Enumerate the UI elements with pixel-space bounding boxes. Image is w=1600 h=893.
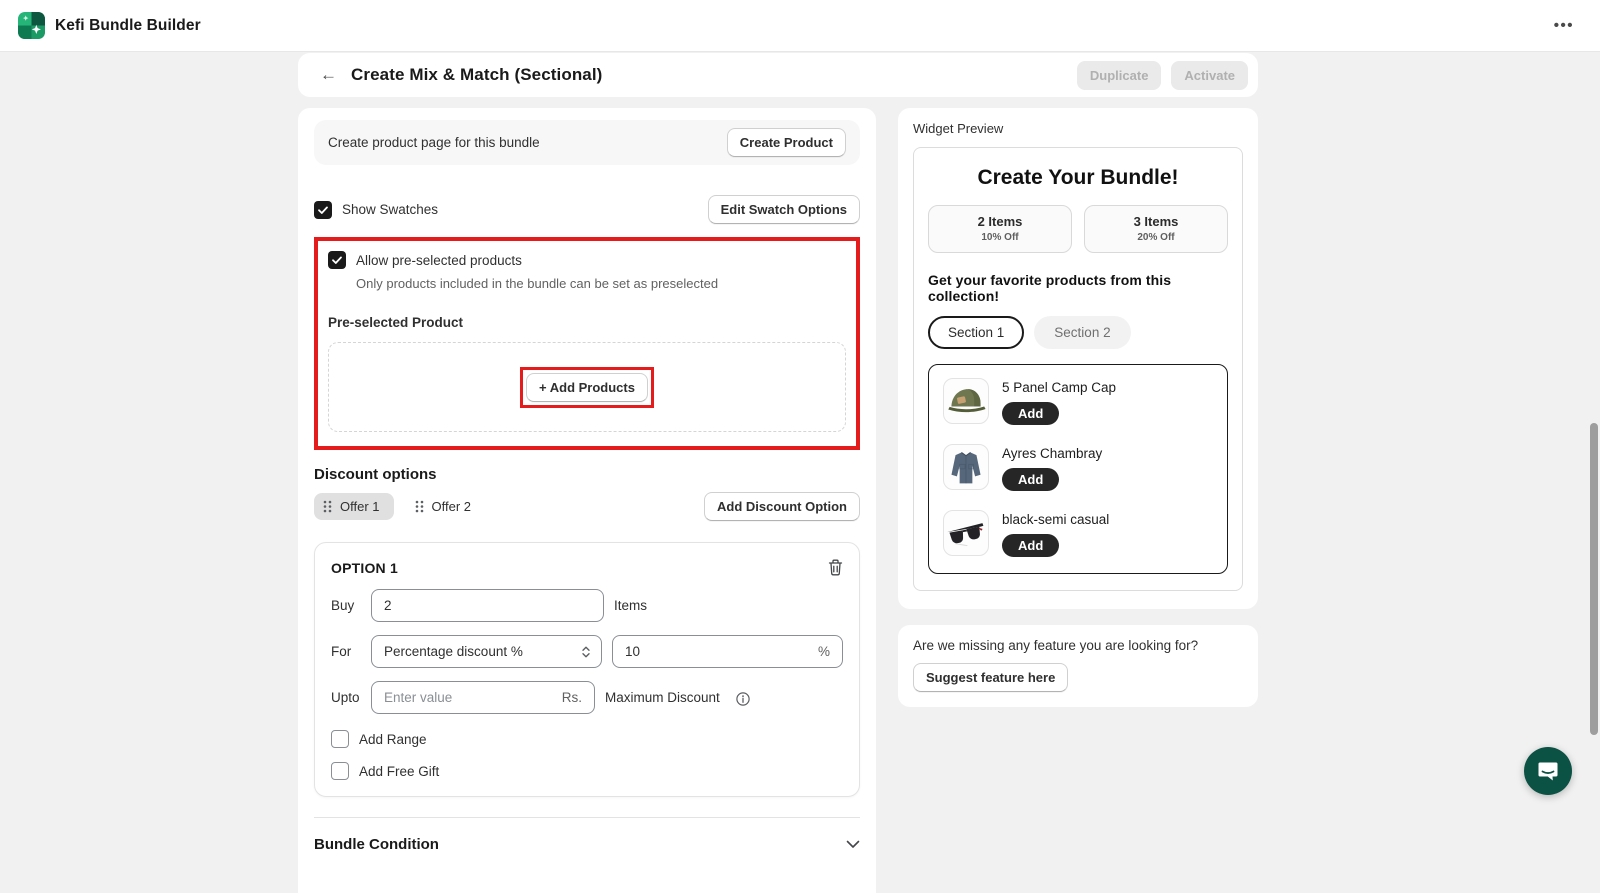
product-name: Ayres Chambray bbox=[1002, 444, 1102, 461]
chevron-down-icon bbox=[846, 840, 860, 849]
add-product-button[interactable]: Add bbox=[1002, 402, 1059, 425]
discount-value-field[interactable]: % bbox=[612, 635, 843, 668]
preselected-annotation-box: Allow pre-selected products Only product… bbox=[314, 237, 860, 450]
items-suffix-label: Items bbox=[614, 598, 647, 613]
tier-items-label: 2 Items bbox=[933, 214, 1067, 229]
product-name: black-semi casual bbox=[1002, 510, 1109, 527]
product-row-camp-cap: 5 Panel Camp Cap Add bbox=[943, 378, 1213, 425]
app-topbar: Kefi Bundle Builder ••• bbox=[0, 0, 1600, 52]
page-scrollbar[interactable] bbox=[1590, 423, 1598, 735]
allow-preselected-label: Allow pre-selected products bbox=[356, 253, 522, 268]
product-image-cap bbox=[943, 378, 989, 424]
add-range-checkbox[interactable] bbox=[331, 730, 349, 748]
discount-type-value: Percentage discount % bbox=[384, 644, 523, 659]
tab-offer-2[interactable]: Offer 2 bbox=[406, 493, 486, 520]
offer-1-label: Offer 1 bbox=[340, 499, 380, 514]
chat-bubble-icon bbox=[1536, 759, 1560, 783]
buy-label: Buy bbox=[331, 598, 361, 613]
chat-launcher-button[interactable] bbox=[1524, 747, 1572, 795]
option-1-title: OPTION 1 bbox=[331, 560, 398, 576]
preselected-product-label: Pre-selected Product bbox=[328, 315, 846, 330]
section-2-pill[interactable]: Section 2 bbox=[1034, 316, 1130, 349]
upto-label: Upto bbox=[331, 690, 361, 705]
add-product-button[interactable]: Add bbox=[1002, 534, 1059, 557]
bundle-settings-panel: Create product page for this bundle Crea… bbox=[298, 108, 876, 893]
option-1-card: OPTION 1 Buy Items bbox=[314, 542, 860, 797]
add-product-button[interactable]: Add bbox=[1002, 468, 1059, 491]
create-product-button[interactable]: Create Product bbox=[727, 128, 846, 157]
percent-suffix: % bbox=[818, 644, 830, 659]
drag-handle-icon bbox=[323, 500, 332, 513]
tab-offer-1[interactable]: Offer 1 bbox=[314, 493, 394, 520]
add-free-gift-label: Add Free Gift bbox=[359, 764, 439, 779]
back-arrow-icon[interactable]: ← bbox=[314, 63, 343, 87]
page-header: ← Create Mix & Match (Sectional) Duplica… bbox=[298, 53, 1258, 97]
bundle-condition-toggle[interactable]: Bundle Condition bbox=[314, 836, 860, 853]
widget-preview-frame: Create Your Bundle! 2 Items 10% Off 3 It… bbox=[913, 147, 1243, 591]
delete-option-icon[interactable] bbox=[828, 559, 843, 576]
show-swatches-checkbox[interactable] bbox=[314, 201, 332, 219]
feature-request-card: Are we missing any feature you are looki… bbox=[898, 625, 1258, 707]
buy-quantity-field[interactable] bbox=[371, 589, 604, 622]
product-name: 5 Panel Camp Cap bbox=[1002, 378, 1116, 395]
info-icon[interactable] bbox=[736, 692, 750, 706]
preselected-helper-text: Only products included in the bundle can… bbox=[356, 276, 846, 291]
offer-tabs-row: Offer 1 Offer 2 Add Discount Option bbox=[314, 492, 860, 521]
tier-buttons-row: 2 Items 10% Off 3 Items 20% Off bbox=[928, 205, 1228, 253]
feature-question: Are we missing any feature you are looki… bbox=[913, 638, 1243, 653]
buy-quantity-input[interactable] bbox=[384, 598, 591, 613]
tier-off-label: 10% Off bbox=[933, 232, 1067, 243]
add-products-button[interactable]: + Add Products bbox=[526, 373, 648, 402]
allow-preselected-checkbox[interactable] bbox=[328, 251, 346, 269]
widget-preview-card: Widget Preview Create Your Bundle! 2 Ite… bbox=[898, 108, 1258, 609]
tier-items-label: 3 Items bbox=[1089, 214, 1223, 229]
discount-value-input[interactable] bbox=[625, 644, 818, 659]
check-icon bbox=[317, 204, 329, 216]
create-product-card: Create product page for this bundle Crea… bbox=[314, 120, 860, 165]
widget-title: Create Your Bundle! bbox=[928, 166, 1228, 190]
preselected-product-dropzone: + Add Products bbox=[328, 342, 846, 432]
product-list-card: 5 Panel Camp Cap Add bbox=[928, 364, 1228, 574]
page-title: Create Mix & Match (Sectional) bbox=[351, 65, 602, 85]
tier-3-items-button[interactable]: 3 Items 20% Off bbox=[1084, 205, 1228, 253]
discount-options-heading: Discount options bbox=[314, 466, 860, 483]
rs-suffix: Rs. bbox=[562, 690, 582, 705]
tier-off-label: 20% Off bbox=[1089, 232, 1223, 243]
product-image-sunglasses bbox=[943, 510, 989, 556]
for-label: For bbox=[331, 644, 361, 659]
bundle-condition-heading: Bundle Condition bbox=[314, 836, 439, 853]
create-product-text: Create product page for this bundle bbox=[328, 135, 540, 150]
max-discount-input[interactable] bbox=[384, 690, 562, 705]
tier-2-items-button[interactable]: 2 Items 10% Off bbox=[928, 205, 1072, 253]
discount-type-select[interactable]: Percentage discount % bbox=[371, 635, 602, 668]
duplicate-button[interactable]: Duplicate bbox=[1077, 61, 1162, 90]
kefi-logo-icon bbox=[18, 12, 45, 39]
widget-preview-label: Widget Preview bbox=[913, 121, 1243, 136]
product-row-chambray: Ayres Chambray Add bbox=[943, 444, 1213, 491]
edit-swatch-options-button[interactable]: Edit Swatch Options bbox=[708, 195, 860, 224]
show-swatches-row: Show Swatches Edit Swatch Options bbox=[314, 195, 860, 224]
select-chevrons-icon bbox=[581, 645, 591, 659]
add-discount-option-button[interactable]: Add Discount Option bbox=[704, 492, 860, 521]
add-products-annotation-box: + Add Products bbox=[520, 367, 654, 408]
maximum-discount-label: Maximum Discount bbox=[605, 690, 720, 705]
section-divider bbox=[314, 817, 860, 818]
app-title: Kefi Bundle Builder bbox=[55, 17, 201, 35]
check-icon bbox=[331, 254, 343, 266]
suggest-feature-button[interactable]: Suggest feature here bbox=[913, 663, 1068, 692]
show-swatches-label: Show Swatches bbox=[342, 202, 438, 217]
product-image-shirt bbox=[943, 444, 989, 490]
activate-button[interactable]: Activate bbox=[1171, 61, 1248, 90]
overflow-menu-icon[interactable]: ••• bbox=[1546, 13, 1582, 38]
drag-handle-icon bbox=[415, 500, 424, 513]
section-pills-row: Section 1 Section 2 bbox=[928, 316, 1228, 349]
add-free-gift-checkbox[interactable] bbox=[331, 762, 349, 780]
offer-2-label: Offer 2 bbox=[432, 499, 472, 514]
add-range-label: Add Range bbox=[359, 732, 427, 747]
section-1-pill[interactable]: Section 1 bbox=[928, 316, 1024, 349]
max-discount-field[interactable]: Rs. bbox=[371, 681, 595, 714]
widget-subtitle: Get your favorite products from this col… bbox=[928, 272, 1228, 304]
product-row-sunglasses: black-semi casual Add bbox=[943, 510, 1213, 557]
